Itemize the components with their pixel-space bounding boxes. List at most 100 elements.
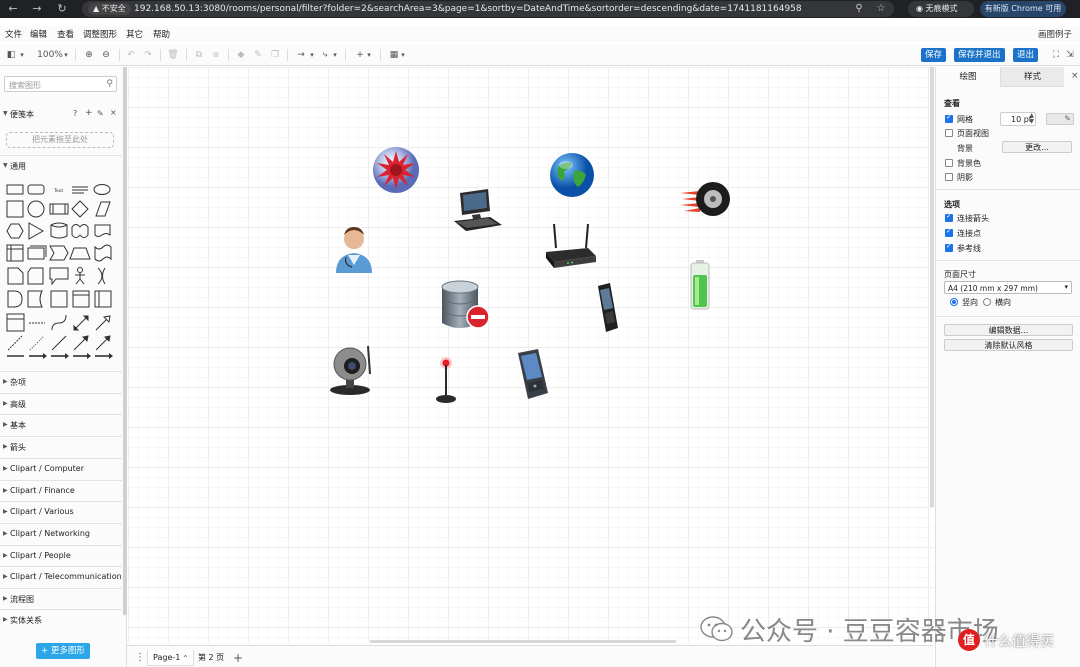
menu-view[interactable]: 查看 [57,28,74,40]
database-remove-clipart-icon[interactable] [438,279,494,335]
url-text[interactable]: 192.168.50.13:3080/rooms/personal/filter… [134,1,802,17]
table-icon[interactable]: ▦ [388,48,400,62]
pencil-icon[interactable]: ✎ [1064,114,1071,123]
menu-extras[interactable]: 其它 [126,28,143,40]
mobile-phone-clipart-icon[interactable] [594,282,622,334]
scratchpad-header[interactable]: ▼ 便笺本 ? + ✎ × [0,104,122,126]
grid-checkbox[interactable] [945,113,953,123]
shadow-checkbox[interactable] [945,173,953,181]
sidebar-scrollbar[interactable] [123,67,127,615]
panel-toggle-icon[interactable]: ◧ [4,48,18,62]
guides-checkbox[interactable] [945,242,953,252]
tab-style[interactable]: 样式 [1000,67,1064,87]
sidebar-section-clipart-finance[interactable]: ▶ Clipart / Finance [0,480,122,502]
chevron-up-icon[interactable]: ^ [183,655,188,662]
scratchpad-drop-zone[interactable]: 把元素拖至此处 [6,132,114,148]
waypoints-chevron-icon[interactable]: ▾ [332,48,338,62]
sidebar-section-flowchart[interactable]: ▶ 流程图 [0,588,122,610]
save-exit-button[interactable]: 保存并退出 [954,48,1005,62]
grid-size-input[interactable]: 10 pt ▲ ▼ [1000,112,1036,126]
battery-clipart-icon[interactable] [688,259,712,311]
sidebar-section-basic[interactable]: ▶ 基本 [0,414,122,436]
incognito-badge[interactable]: ◉ 无痕模式 [908,1,974,17]
edit-icon[interactable]: ✎ [97,109,104,118]
help-icon[interactable]: ? [73,109,77,118]
zoom-icon[interactable]: ⚲ [852,2,866,16]
collapse-icon[interactable]: ⇲ [1064,48,1076,62]
sidebar-section-er[interactable]: ▶ 实体关系 [0,609,122,631]
address-bar[interactable]: ▲ 不安全 192.168.50.13:3080/rooms/personal/… [82,1,894,17]
stepper-icon[interactable]: ▲ ▼ [1029,113,1034,125]
zoom-level[interactable]: 100% [36,48,64,62]
sidebar-section-misc[interactable]: ▶ 杂项 [0,371,122,393]
fill-color-icon[interactable]: ◆ [235,48,247,62]
zoom-out-icon[interactable]: ⊖ [100,48,112,62]
page-tab-2[interactable]: 第 2 页 [193,650,229,666]
sidebar-section-clipart-various[interactable]: ▶ Clipart / Various [0,501,122,523]
document-name[interactable]: 画图例子 [1038,28,1072,40]
chevron-down-icon[interactable]: ▾ [18,48,26,62]
zoom-chevron-icon[interactable]: ▾ [62,48,70,62]
change-background-button[interactable]: 更改... [1002,141,1072,153]
insert-icon[interactable]: + [354,48,366,62]
zoom-in-icon[interactable]: ⊕ [83,48,95,62]
to-front-icon[interactable]: ⧉ [193,48,205,62]
background-color-checkbox[interactable] [945,159,953,167]
paper-size-select[interactable]: A4 (210 mm x 297 mm) ▾ [944,281,1072,294]
connector-shapes-row[interactable] [6,350,116,362]
connection-icon[interactable]: → [293,48,309,62]
save-button[interactable]: 保存 [921,48,947,62]
waypoints-icon[interactable]: ⤷ [318,48,332,62]
webcam-clipart-icon[interactable] [328,344,378,396]
connection-arrows-checkbox[interactable] [945,212,953,222]
sidebar-section-clipart-computer[interactable]: ▶ Clipart / Computer [0,458,122,480]
close-icon[interactable]: × [110,108,117,117]
workstation-clipart-icon[interactable] [450,187,506,237]
sidebar-section-advanced[interactable]: ▶ 高级 [0,393,122,415]
general-header[interactable]: ▼ 通用 [0,155,122,177]
undo-icon[interactable]: ↶ [125,48,137,62]
insert-chevron-icon[interactable]: ▾ [366,48,372,62]
page-view-checkbox[interactable] [945,129,953,137]
sidebar-section-clipart-people[interactable]: ▶ Clipart / People [0,545,122,567]
doctor-clipart-icon[interactable] [334,223,374,273]
virus-clipart-icon[interactable] [370,145,422,195]
delete-icon[interactable]: 🗑 [167,48,179,62]
close-panel-icon[interactable]: × [1071,71,1079,81]
connection-chevron-icon[interactable]: ▾ [309,48,315,62]
chrome-update-button[interactable]: 有新版 Chrome 可用 [980,1,1066,17]
general-shapes-grid[interactable]: Text [6,180,116,358]
page-tab-1[interactable]: Page-1 ^ [147,650,194,666]
menu-file[interactable]: 文件 [5,28,22,40]
shadow-icon[interactable]: ❐ [269,48,281,62]
menu-help[interactable]: 帮助 [153,28,170,40]
sidebar-section-arrows[interactable]: ▶ 箭头 [0,436,122,458]
clear-default-style-button[interactable]: 清除默认风格 [944,339,1073,351]
menu-arrange[interactable]: 调整图形 [83,28,117,40]
router-clipart-icon[interactable] [544,222,598,272]
globe-clipart-icon[interactable] [548,151,596,199]
forward-icon[interactable]: → [30,2,44,16]
line-color-icon[interactable]: ✎ [252,48,264,62]
to-back-icon[interactable]: ⧈ [210,48,222,62]
add-icon[interactable]: + [85,108,93,118]
redo-icon[interactable]: ↷ [142,48,154,62]
add-page-icon[interactable]: + [228,650,248,666]
tire-clipart-icon[interactable] [680,179,732,219]
diagram-canvas[interactable] [128,67,933,642]
shape-search-input[interactable]: 搜索图形 ⚲ [4,76,117,92]
star-icon[interactable]: ☆ [874,2,888,16]
grid-color-swatch[interactable]: ✎ [1046,113,1074,125]
sidebar-section-clipart-telecom[interactable]: ▶ Clipart / Telecommunication [0,566,122,588]
connection-points-checkbox[interactable] [945,227,953,237]
sidebar-section-clipart-networking[interactable]: ▶ Clipart / Networking [0,523,122,545]
fullscreen-icon[interactable]: ⛶ [1050,48,1062,62]
landscape-radio[interactable] [983,298,991,306]
search-icon[interactable]: ⚲ [106,79,113,89]
canvas-vertical-scrollbar[interactable] [930,67,934,507]
more-shapes-button[interactable]: + 更多图形 [36,643,90,659]
portrait-radio[interactable] [950,298,958,306]
table-chevron-icon[interactable]: ▾ [400,48,406,62]
menu-edit[interactable]: 编辑 [30,28,47,40]
tab-drawing[interactable]: 绘图 [936,67,1000,87]
